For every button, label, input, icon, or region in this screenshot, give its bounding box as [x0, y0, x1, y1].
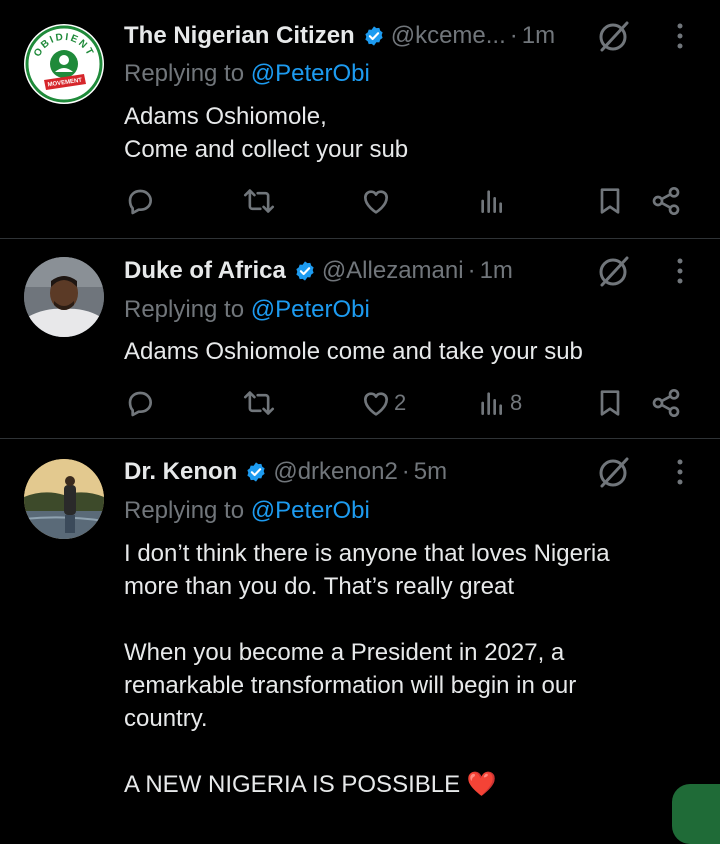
tweet-line: remarkable transformation will begin in …: [124, 672, 577, 699]
like-button[interactable]: [360, 181, 394, 221]
repost-icon: [243, 391, 275, 415]
tweet-line: Adams Oshiomole,: [124, 103, 327, 130]
timestamp[interactable]: 1m: [480, 257, 513, 285]
tweet-line: more than you do. That’s really great: [124, 573, 514, 600]
verified-badge-icon: [363, 25, 385, 47]
mention-link[interactable]: @PeterObi: [251, 296, 370, 323]
avatar[interactable]: OBIDIENT MOVEMENT: [24, 24, 104, 104]
like-count: 2: [394, 390, 407, 415]
tweet-3[interactable]: Dr. Kenon @drkenon2 · 5m Replying to @Pe…: [0, 439, 720, 814]
bookmark-button[interactable]: [594, 383, 626, 423]
display-name[interactable]: Dr. Kenon: [124, 458, 237, 486]
more-vertical-icon[interactable]: [664, 253, 696, 289]
views-count: 8: [510, 390, 523, 415]
grok-icon[interactable]: [596, 454, 632, 490]
replying-to: Replying to @PeterObi: [124, 497, 370, 525]
grok-icon[interactable]: [596, 18, 632, 54]
replying-prefix: Replying to: [124, 497, 245, 524]
reply-icon: [128, 189, 152, 215]
avatar[interactable]: [24, 257, 104, 337]
timestamp[interactable]: 5m: [414, 458, 447, 486]
replying-prefix: Replying to: [124, 296, 245, 323]
separator: ·: [509, 22, 518, 49]
bookmark-button[interactable]: [594, 181, 626, 221]
share-button[interactable]: [650, 181, 682, 221]
profile-photo: [24, 257, 104, 337]
tweet-line: Come and collect your sub: [124, 136, 409, 163]
verified-badge-icon: [245, 461, 267, 483]
separator: ·: [467, 257, 476, 284]
tweet-line: Adams Oshiomole come and take your sub: [124, 338, 583, 365]
more-vertical-icon[interactable]: [664, 18, 696, 54]
timestamp[interactable]: 1m: [522, 22, 555, 50]
reply-icon: [128, 391, 152, 417]
views-button[interactable]: [476, 181, 510, 221]
share-icon: [652, 389, 680, 417]
tweet-line: When you become a President in 2027, a: [124, 639, 565, 666]
separator: ·: [401, 458, 410, 485]
display-name[interactable]: The Nigerian Citizen: [124, 22, 355, 50]
repost-button[interactable]: [242, 181, 278, 221]
tweet-header: Dr. Kenon @drkenon2 · 5m: [124, 454, 447, 490]
mention-link[interactable]: @PeterObi: [251, 60, 370, 87]
tweet-text: Adams Oshiomole, Come and collect your s…: [124, 100, 694, 166]
grok-icon[interactable]: [596, 253, 632, 289]
handle[interactable]: @Allezamani: [322, 257, 464, 285]
obidient-logo: OBIDIENT MOVEMENT: [25, 25, 103, 103]
views-icon: [481, 392, 502, 415]
tweet-line: I don’t think there is anyone that loves…: [124, 540, 610, 567]
tweet-line: [124, 735, 694, 768]
bookmark-icon: [600, 188, 620, 214]
share-icon: [652, 187, 680, 215]
tweet-actions: 2 8: [124, 383, 684, 423]
more-vertical-icon[interactable]: [664, 454, 696, 490]
repost-icon: [243, 189, 275, 213]
replying-to: Replying to @PeterObi: [124, 296, 370, 324]
repost-button[interactable]: [242, 383, 278, 423]
views-icon: [481, 190, 502, 213]
tweet-2[interactable]: Duke of Africa @Allezamani · 1m Replying…: [0, 239, 720, 438]
heart-icon: [364, 190, 388, 214]
heart-icon: [364, 392, 388, 416]
display-name[interactable]: Duke of Africa: [124, 257, 286, 285]
avatar[interactable]: [24, 459, 104, 539]
views-button[interactable]: 8: [476, 383, 522, 423]
tweet-header: The Nigerian Citizen @kceme... · 1m: [124, 18, 555, 54]
tweet-header: Duke of Africa @Allezamani · 1m: [124, 253, 513, 289]
verified-badge-icon: [294, 260, 316, 282]
share-button[interactable]: [650, 383, 682, 423]
tweet-line: A NEW NIGERIA IS POSSIBLE ❤️: [124, 768, 694, 801]
tweet-line-text: A NEW NIGERIA IS POSSIBLE: [124, 771, 461, 798]
tweet-1[interactable]: OBIDIENT MOVEMENT The Nigerian Citizen @…: [0, 0, 720, 238]
tweet-actions: [124, 181, 684, 221]
profile-photo: [24, 459, 104, 539]
tweet-line: [124, 603, 694, 636]
floating-action-button[interactable]: [672, 784, 720, 844]
tweet-text: I don’t think there is anyone that loves…: [124, 537, 694, 801]
tweet-line: country.: [124, 705, 208, 732]
handle[interactable]: @kceme...: [391, 22, 506, 50]
mention-link[interactable]: @PeterObi: [251, 497, 370, 524]
reply-button[interactable]: [124, 181, 158, 221]
replying-prefix: Replying to: [124, 60, 245, 87]
like-button[interactable]: 2: [360, 383, 406, 423]
red-heart-emoji: ❤️: [466, 771, 497, 798]
handle[interactable]: @drkenon2: [273, 458, 397, 486]
replying-to: Replying to @PeterObi: [124, 60, 370, 88]
reply-button[interactable]: [124, 383, 158, 423]
tweet-text: Adams Oshiomole come and take your sub: [124, 335, 694, 368]
bookmark-icon: [600, 390, 620, 416]
